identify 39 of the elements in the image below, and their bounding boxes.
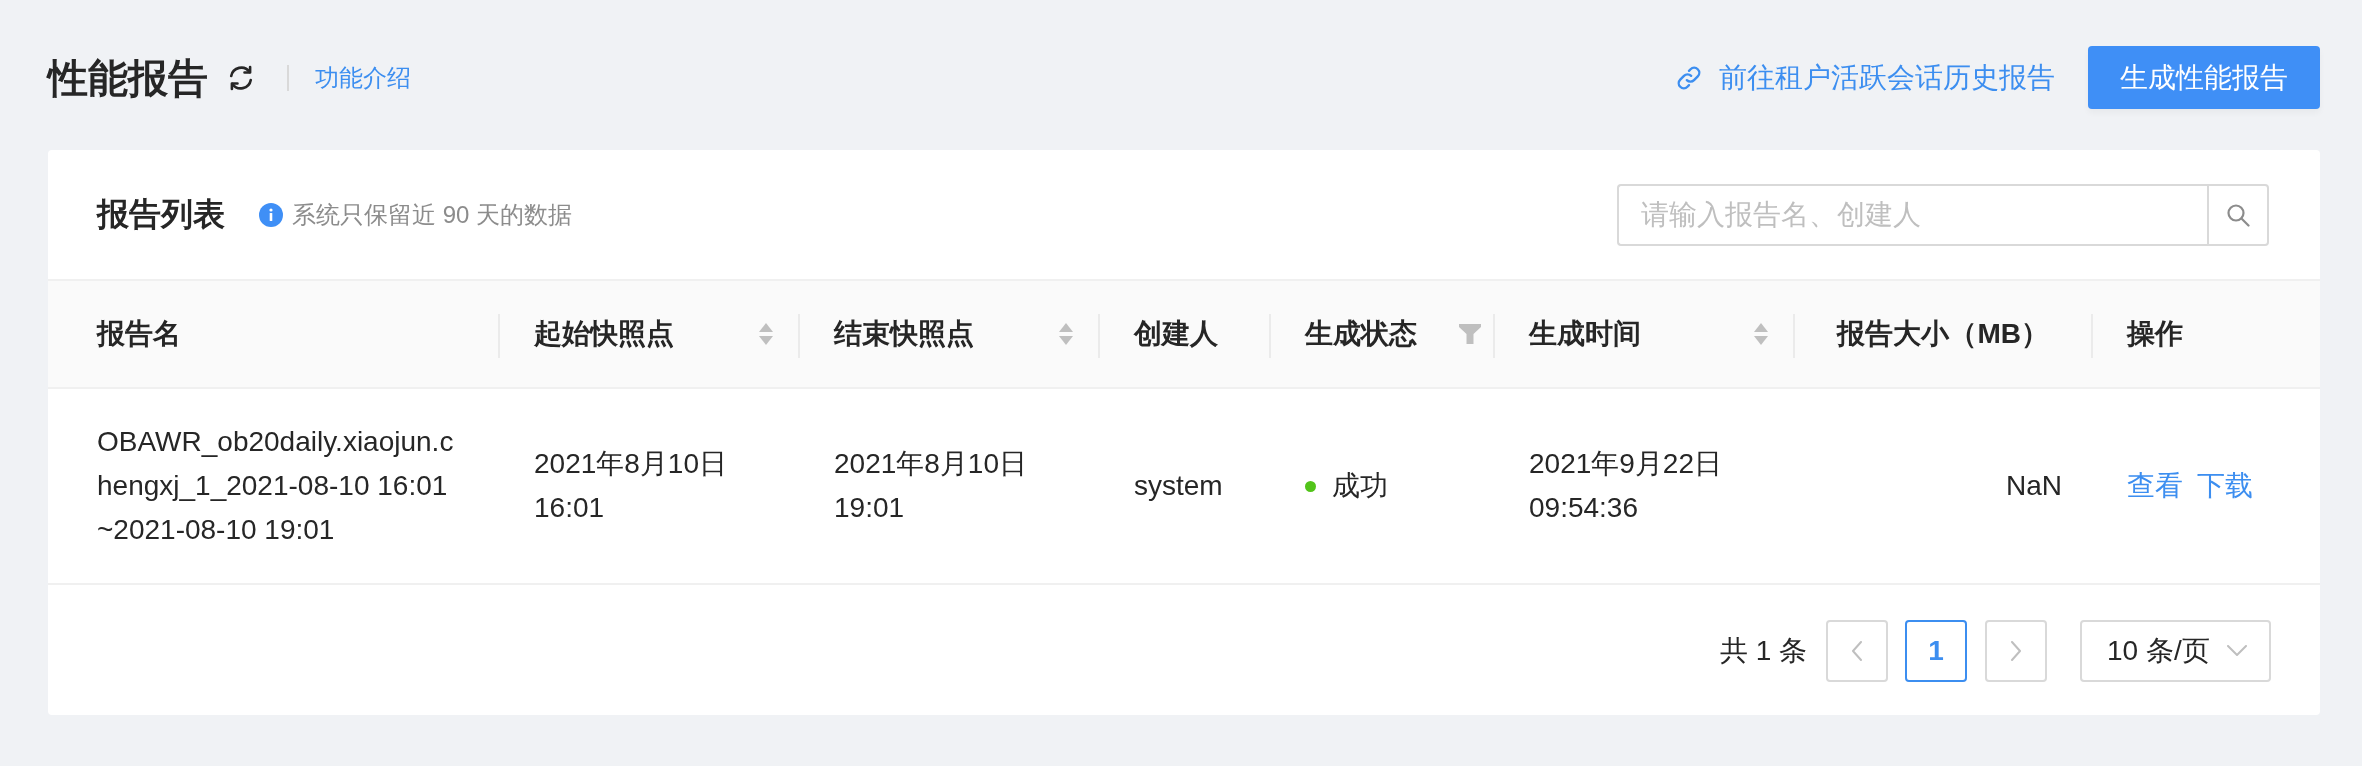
generate-report-button[interactable]: 生成性能报告 bbox=[2088, 46, 2320, 109]
action-link[interactable]: 查看 bbox=[2127, 464, 2183, 508]
chevron-right-icon bbox=[2010, 641, 2022, 661]
section-title: 报告列表 bbox=[97, 194, 225, 234]
table-cell-text: 2021年8月10日 19:01 bbox=[834, 447, 1028, 525]
table-cell-text: OBAWR_ob20daily.xiaojun.chengxj_1_2021-08-10 16:01~2021-08-10 19:01 bbox=[97, 425, 455, 547]
table-cell-text: 2021年8月10日 16:01 bbox=[534, 447, 728, 525]
column-header: 报告名 bbox=[97, 317, 181, 351]
refresh-icon[interactable] bbox=[228, 64, 254, 91]
table-cell-text: 2021年9月22日 09:54:36 bbox=[1529, 447, 1723, 525]
info-icon bbox=[259, 202, 283, 227]
filter-icon[interactable] bbox=[1459, 324, 1481, 344]
column-header: 起始快照点 bbox=[534, 317, 674, 351]
intro-link[interactable]: 功能介绍 bbox=[315, 61, 411, 94]
search-icon bbox=[2226, 202, 2250, 227]
column-header: 报告大小（MB） bbox=[1837, 317, 2049, 351]
page-size-select[interactable]: 10 条/页 bbox=[2080, 620, 2271, 682]
retention-notice: 系统只保留近 90 天的数据 bbox=[292, 199, 573, 230]
column-header: 操作 bbox=[2127, 317, 2183, 351]
status-label: 成功 bbox=[1332, 469, 1388, 503]
page-title: 性能报告 bbox=[48, 54, 208, 102]
action-link[interactable]: 下载 bbox=[2197, 464, 2253, 508]
search-button[interactable] bbox=[2207, 183, 2269, 246]
history-report-link[interactable]: 前往租户活跃会话历史报告 bbox=[1677, 58, 2055, 97]
search-field[interactable]: 请输入报告名、创建人 bbox=[1617, 183, 2207, 246]
total-count: 共 1 条 bbox=[1719, 634, 1807, 668]
column-header: 创建人 bbox=[1134, 317, 1218, 351]
column-header: 生成状态 bbox=[1305, 317, 1417, 351]
chevron-left-icon bbox=[1851, 641, 1863, 661]
sort-icon[interactable] bbox=[758, 322, 774, 346]
sort-icon[interactable] bbox=[1753, 322, 1769, 346]
page-button[interactable]: 1 bbox=[1905, 620, 1967, 682]
column-header: 生成时间 bbox=[1529, 317, 1641, 351]
column-header: 结束快照点 bbox=[834, 317, 974, 351]
chevron-down-icon bbox=[2227, 645, 2247, 657]
sort-icon[interactable] bbox=[1058, 322, 1074, 346]
table-cell-text: system bbox=[1134, 469, 1223, 503]
link-icon bbox=[1677, 65, 1701, 90]
table-cell-text: NaN bbox=[2006, 469, 2062, 503]
